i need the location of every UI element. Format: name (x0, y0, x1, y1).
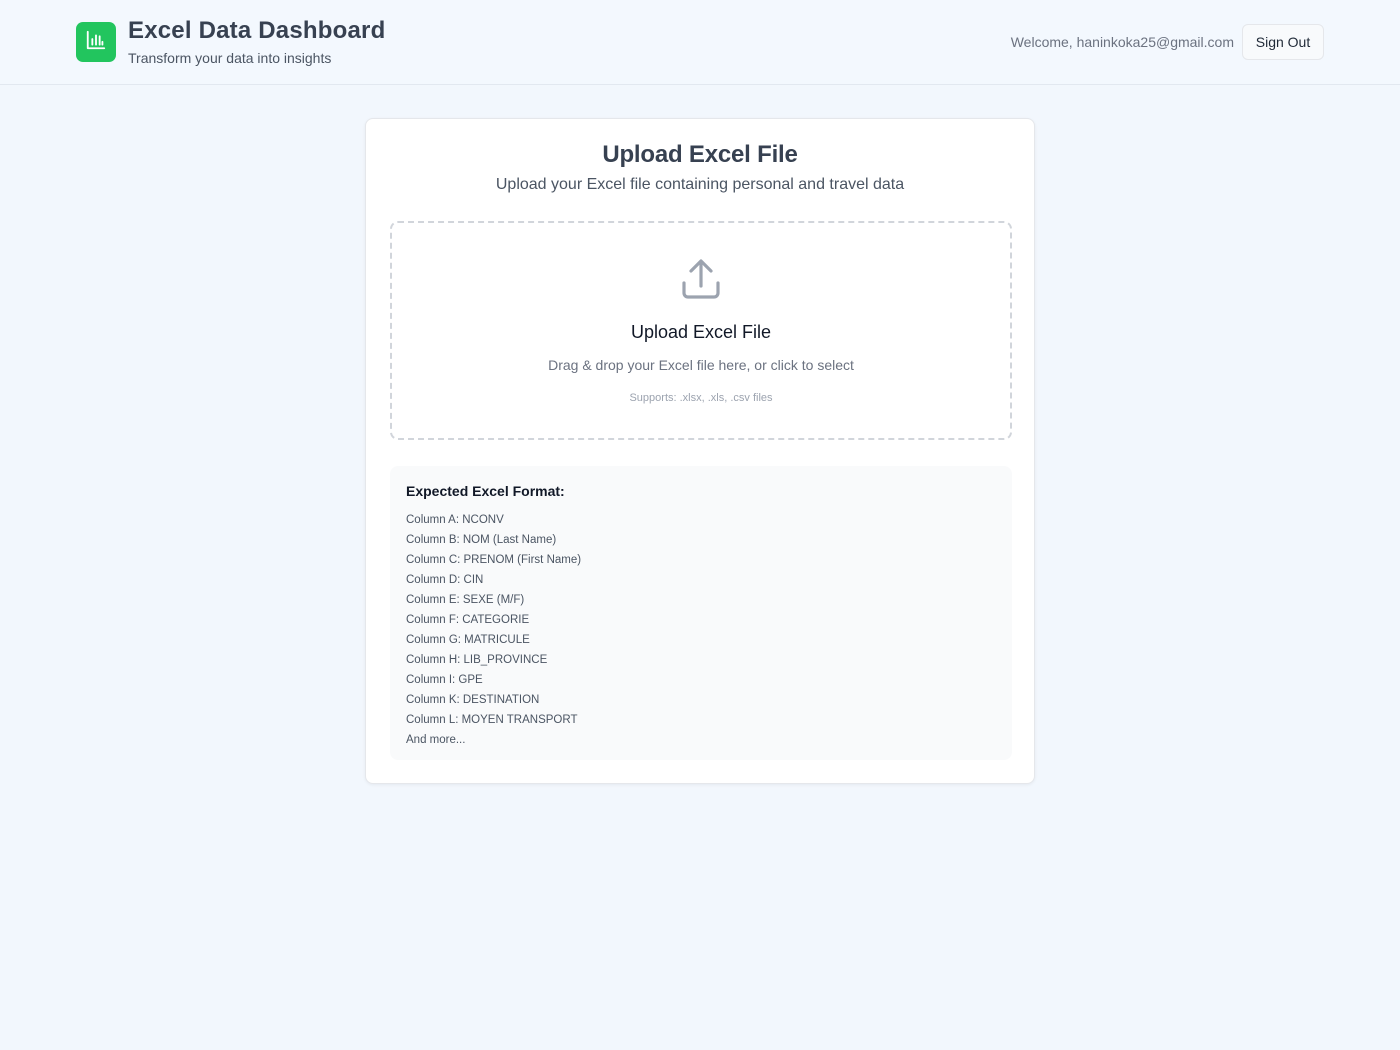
app-title: Excel Data Dashboard (128, 17, 386, 44)
dropzone-title: Upload Excel File (630, 322, 772, 342)
format-list-item: Column D: CIN (406, 574, 484, 586)
card-title: Upload Excel File (602, 141, 798, 168)
welcome-text: Welcome, haninkoka25@gmail.com (1010, 34, 1234, 50)
file-dropzone[interactable]: Upload Excel File Drag & drop your Excel… (390, 221, 1012, 440)
format-list-item: Column L: MOYEN TRANSPORT (406, 714, 578, 726)
format-list-item: Column A: NCONV (406, 514, 504, 526)
dropzone-supported-formats: Supports: .xlsx, .xls, .csv files (629, 392, 773, 404)
app-subtitle: Transform your data into insights (128, 50, 332, 66)
card-subtitle: Upload your Excel file containing person… (495, 176, 905, 193)
app-logo (76, 22, 116, 62)
format-list-item: Column H: LIB_PROVINCE (406, 654, 548, 666)
dropzone-instructions: Drag & drop your Excel file here, or cli… (548, 357, 854, 373)
format-list-item: Column E: SEXE (M/F) (406, 594, 525, 606)
upload-card: Upload Excel File Upload your Excel file… (365, 118, 1035, 784)
expected-format-title: Expected Excel Format: (406, 483, 565, 499)
bar-chart-icon (85, 29, 107, 56)
format-list-item: Column F: CATEGORIE (406, 614, 530, 626)
expected-format-list: Column A: NCONV Column B: NOM (Last Name… (406, 510, 581, 750)
format-list-item: Column C: PRENOM (First Name) (406, 554, 582, 566)
upload-icon (679, 257, 723, 301)
expected-format-box: Expected Excel Format: Column A: NCONV C… (390, 466, 1012, 760)
sign-out-button[interactable]: Sign Out (1242, 24, 1324, 60)
format-list-item: Column K: DESTINATION (406, 694, 540, 706)
format-list-item: And more... (406, 734, 466, 746)
format-list-item: Column B: NOM (Last Name) (406, 534, 557, 546)
format-list-item: Column G: MATRICULE (406, 634, 530, 646)
app-header: Excel Data Dashboard Transform your data… (0, 0, 1400, 85)
format-list-item: Column I: GPE (406, 674, 483, 686)
